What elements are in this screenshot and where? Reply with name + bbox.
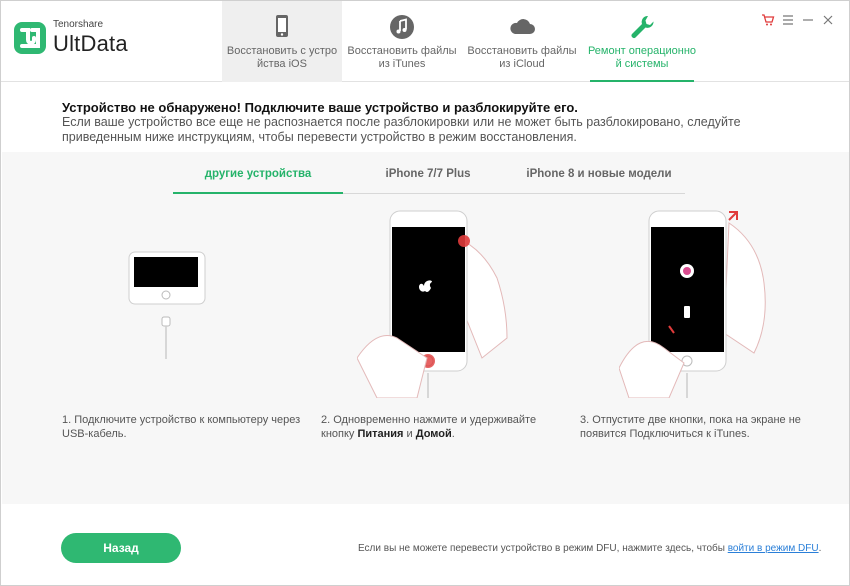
release-buttons-illustration	[619, 210, 766, 398]
tab-label: Восстановить файлы из iTunes	[347, 45, 457, 70]
press-buttons-illustration	[357, 210, 508, 398]
tab-label: Восстановить с устро йства iOS	[226, 45, 338, 70]
home-button-label: Домой	[415, 428, 452, 440]
subtab-iphone-7[interactable]: iPhone 7/7 Plus	[343, 164, 513, 193]
step-2-text-part: и	[403, 428, 416, 440]
subtab-other-devices[interactable]: другие устройства	[173, 164, 343, 194]
tab-icloud-recovery[interactable]: Восстановить файлы из iCloud	[462, 1, 582, 82]
tab-label: Ремонт операционно й системы	[587, 45, 697, 70]
tab-ios-recovery[interactable]: Восстановить с устро йства iOS	[222, 1, 342, 82]
tab-label: Восстановить файлы из iCloud	[467, 45, 577, 70]
dfu-note: Если вы не можете перевести устройство в…	[358, 543, 821, 554]
device-subtabs: другие устройства iPhone 7/7 Plus iPhone…	[173, 164, 685, 194]
power-button-label: Питания	[357, 428, 404, 440]
subtab-iphone-8-newer[interactable]: iPhone 8 и новые модели	[513, 164, 685, 193]
cloud-icon	[510, 19, 535, 34]
phone-usb-illustration	[128, 251, 206, 359]
step-2-text: 2. Одновременно нажмите и удерживайте кн…	[321, 413, 561, 441]
enter-dfu-link[interactable]: войти в режим DFU	[728, 543, 819, 554]
cart-icon[interactable]	[761, 13, 775, 27]
brand-company: Tenorshare	[53, 19, 104, 30]
dfu-note-end: .	[818, 543, 822, 554]
brand-product: UltData	[53, 31, 128, 56]
music-icon	[390, 15, 414, 39]
main-tabs: Восстановить с устро йства iOS Восстанов…	[222, 1, 702, 82]
phone-icon	[276, 15, 288, 37]
tab-itunes-recovery[interactable]: Восстановить файлы из iTunes	[342, 1, 462, 82]
message-body: Если ваше устройство все еще не распозна…	[62, 115, 741, 144]
ultdata-logo-icon	[14, 22, 46, 54]
app-window: Tenorshare UltData Восстановить с устро …	[0, 0, 850, 586]
step-2-text-part: .	[451, 428, 455, 440]
back-button[interactable]: Назад	[61, 533, 181, 563]
close-icon[interactable]	[821, 13, 835, 27]
message-title: Устройство не обнаружено! Подключите ваш…	[62, 100, 578, 115]
wrench-icon	[631, 15, 654, 38]
header: Tenorshare UltData Восстановить с устро …	[1, 1, 849, 82]
step-3-text: 3. Отпустите две кнопки, пока на экране …	[580, 414, 801, 440]
dfu-note-text: Если вы не можете перевести устройство в…	[358, 543, 728, 554]
window-controls	[761, 13, 835, 27]
minimize-icon[interactable]	[801, 13, 815, 27]
tab-os-repair[interactable]: Ремонт операционно й системы	[582, 1, 702, 82]
menu-icon[interactable]	[781, 13, 795, 27]
step-1-text: 1. Подключите устройство к компьютеру че…	[62, 414, 301, 440]
instructions-panel: другие устройства iPhone 7/7 Plus iPhone…	[2, 152, 849, 504]
